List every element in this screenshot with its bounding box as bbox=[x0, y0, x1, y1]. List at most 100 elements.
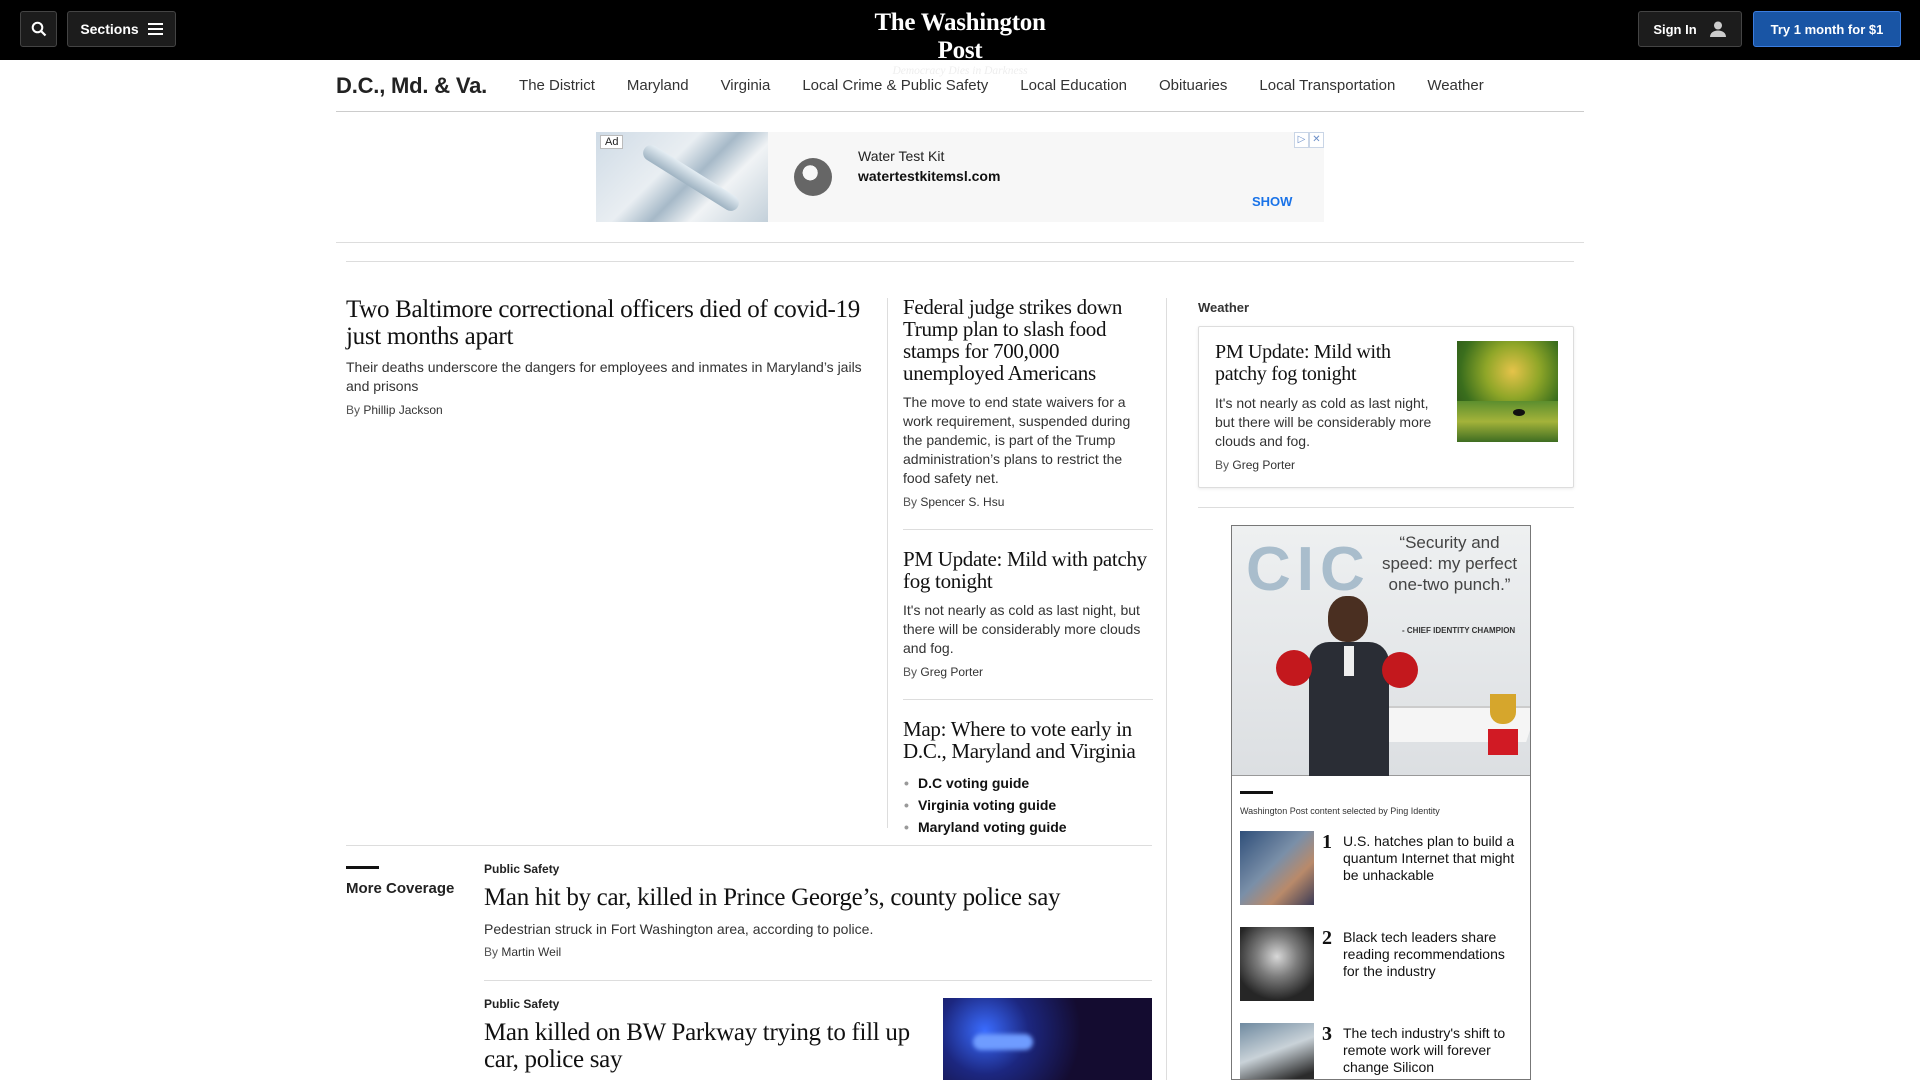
sign-in-button[interactable]: Sign In bbox=[1638, 11, 1742, 47]
byline-prefix: By bbox=[346, 403, 361, 417]
nav-item-virginia[interactable]: Virginia bbox=[721, 77, 771, 94]
byline-author[interactable]: Martin Weil bbox=[501, 945, 561, 959]
story-kicker[interactable]: Public Safety bbox=[484, 997, 944, 1011]
main-story: Two Baltimore correctional officers died… bbox=[346, 296, 874, 417]
weather-photo[interactable] bbox=[1457, 341, 1558, 442]
nav-item-local-crime[interactable]: Local Crime & Public Safety bbox=[802, 77, 988, 94]
story-card: Public Safety Man hit by car, killed in … bbox=[484, 862, 1152, 959]
weather-card: PM Update: Mild with patchy fog tonight … bbox=[1198, 326, 1574, 488]
nav-item-weather[interactable]: Weather bbox=[1427, 77, 1483, 94]
ad-choices[interactable]: ▷ ✕ bbox=[1294, 132, 1324, 148]
voting-link-virginia[interactable]: Virginia voting guide bbox=[903, 794, 1153, 816]
divider bbox=[903, 529, 1153, 530]
section-title[interactable]: D.C., Md. & Va. bbox=[336, 73, 487, 99]
ad-choices-icon[interactable]: ▷ bbox=[1294, 132, 1309, 148]
sponsor-logo: CIC bbox=[1246, 535, 1371, 604]
weather-byline: By Greg Porter bbox=[1215, 458, 1440, 472]
trophy-base bbox=[1488, 729, 1518, 755]
story-headline[interactable]: PM Update: Mild with patchy fog tonight bbox=[903, 548, 1153, 592]
sponsor-item[interactable]: 2 Black tech leaders share reading recom… bbox=[1240, 927, 1526, 1001]
byline-prefix: By bbox=[903, 495, 918, 509]
sponsor-item-number: 2 bbox=[1322, 927, 1332, 949]
nav-item-local-transportation[interactable]: Local Transportation bbox=[1259, 77, 1395, 94]
sponsor-note: Washington Post content selected by Ping… bbox=[1240, 806, 1440, 816]
search-button[interactable] bbox=[20, 11, 57, 47]
voting-link-maryland[interactable]: Maryland voting guide bbox=[903, 816, 1153, 838]
story-card: PM Update: Mild with patchy fog tonight … bbox=[903, 548, 1153, 679]
rail-label-weather[interactable]: Weather bbox=[1198, 300, 1249, 315]
voting-links: D.C voting guide Virginia voting guide M… bbox=[903, 772, 1153, 838]
trophy-icon bbox=[1490, 694, 1516, 724]
ad-label: Ad bbox=[600, 135, 624, 149]
top-bar: Sections The Washington Post Democracy D… bbox=[0, 0, 1920, 77]
sponsor-quote: “Security and speed: my perfect one-two … bbox=[1381, 533, 1518, 594]
subscribe-button[interactable]: Try 1 month for $1 bbox=[1753, 11, 1901, 47]
byline-prefix: By bbox=[903, 665, 918, 679]
story-headline[interactable]: Man killed on BW Parkway trying to fill … bbox=[484, 1019, 944, 1073]
weather-headline[interactable]: PM Update: Mild with patchy fog tonight bbox=[1215, 341, 1440, 385]
sponsor-item-number: 3 bbox=[1322, 1023, 1332, 1045]
story-dek: The move to end state waivers for a work… bbox=[903, 394, 1131, 486]
boxer-graphic bbox=[1304, 596, 1394, 776]
sponsor-rule bbox=[1240, 791, 1273, 794]
ad-banner[interactable]: Ad Water Test Kit watertestkitemsl.com S… bbox=[596, 132, 1324, 222]
sign-in-label: Sign In bbox=[1653, 21, 1697, 37]
sponsor-ad[interactable]: CIC “Security and speed: my perfect one-… bbox=[1232, 526, 1530, 776]
ad-title[interactable]: Water Test Kit bbox=[858, 148, 944, 164]
globe-icon bbox=[794, 158, 832, 196]
sponsor-attribution: - CHIEF IDENTITY CHAMPION bbox=[1402, 626, 1516, 635]
sponsor-item[interactable]: 3 The tech industry's shift to remote wo… bbox=[1240, 1023, 1526, 1079]
main-story-dek: Their deaths underscore the dangers for … bbox=[346, 359, 862, 394]
weather-dek: It's not nearly as cold as last night, b… bbox=[1215, 395, 1432, 449]
sections-button[interactable]: Sections bbox=[67, 11, 176, 47]
sponsor-item-text[interactable]: U.S. hatches plan to build a quantum Int… bbox=[1343, 833, 1523, 884]
sponsor-thumb bbox=[1240, 831, 1314, 905]
voting-link-dc[interactable]: D.C voting guide bbox=[903, 772, 1153, 794]
byline-author[interactable]: Greg Porter bbox=[920, 665, 983, 679]
sponsor-item-text[interactable]: The tech industry's shift to remote work… bbox=[1343, 1025, 1523, 1076]
story-dek: It's not nearly as cold as last night, b… bbox=[903, 602, 1141, 656]
user-icon bbox=[1709, 21, 1726, 37]
more-coverage-rule bbox=[346, 866, 379, 869]
story-photo[interactable] bbox=[943, 998, 1152, 1080]
divider bbox=[336, 242, 1584, 243]
main-story-byline: By Phillip Jackson bbox=[346, 403, 874, 417]
divider bbox=[484, 980, 1152, 981]
more-coverage-label: More Coverage bbox=[346, 880, 455, 897]
sponsor-item[interactable]: 1 U.S. hatches plan to build a quantum I… bbox=[1240, 831, 1526, 905]
story-byline: By Spencer S. Hsu bbox=[903, 495, 1153, 509]
ad-show-button[interactable]: SHOW bbox=[1252, 194, 1292, 209]
sponsor-item-number: 1 bbox=[1322, 831, 1332, 853]
nav-item-the-district[interactable]: The District bbox=[519, 77, 595, 94]
middle-column: Federal judge strikes down Trump plan to… bbox=[903, 296, 1153, 838]
sponsor-module: CIC “Security and speed: my perfect one-… bbox=[1231, 525, 1531, 1080]
ad-url[interactable]: watertestkitemsl.com bbox=[858, 168, 1000, 184]
main-story-headline[interactable]: Two Baltimore correctional officers died… bbox=[346, 296, 874, 350]
byline-author[interactable]: Phillip Jackson bbox=[363, 403, 442, 417]
story-headline[interactable]: Man hit by car, killed in Prince George’… bbox=[484, 884, 1152, 912]
nav-item-maryland[interactable]: Maryland bbox=[627, 77, 689, 94]
column-divider bbox=[887, 298, 888, 828]
ad-image[interactable]: Ad bbox=[596, 132, 768, 222]
nav-item-obituaries[interactable]: Obituaries bbox=[1159, 77, 1227, 94]
ad-close-icon[interactable]: ✕ bbox=[1309, 132, 1324, 148]
sponsor-item-text[interactable]: Black tech leaders share reading recomme… bbox=[1343, 929, 1523, 980]
voting-headline[interactable]: Map: Where to vote early in D.C., Maryla… bbox=[903, 718, 1153, 762]
column-divider bbox=[1166, 298, 1167, 1080]
weather-text: PM Update: Mild with patchy fog tonight … bbox=[1215, 341, 1440, 472]
divider bbox=[903, 699, 1153, 700]
byline-prefix: By bbox=[484, 945, 499, 959]
byline-author[interactable]: Greg Porter bbox=[1232, 458, 1295, 472]
nav-item-local-education[interactable]: Local Education bbox=[1020, 77, 1127, 94]
divider bbox=[346, 845, 1152, 846]
boxing-glove-icon bbox=[1382, 652, 1418, 688]
byline-author[interactable]: Spencer S. Hsu bbox=[920, 495, 1004, 509]
sponsor-thumb bbox=[1240, 927, 1314, 1001]
story-dek: Pedestrian struck in Fort Washington are… bbox=[484, 921, 874, 937]
story-headline[interactable]: Federal judge strikes down Trump plan to… bbox=[903, 296, 1153, 384]
story-card: Public Safety Man killed on BW Parkway t… bbox=[484, 997, 944, 1073]
hamburger-icon bbox=[147, 23, 163, 35]
story-kicker[interactable]: Public Safety bbox=[484, 862, 1152, 876]
search-icon bbox=[31, 21, 46, 37]
story-byline: By Greg Porter bbox=[903, 665, 1153, 679]
